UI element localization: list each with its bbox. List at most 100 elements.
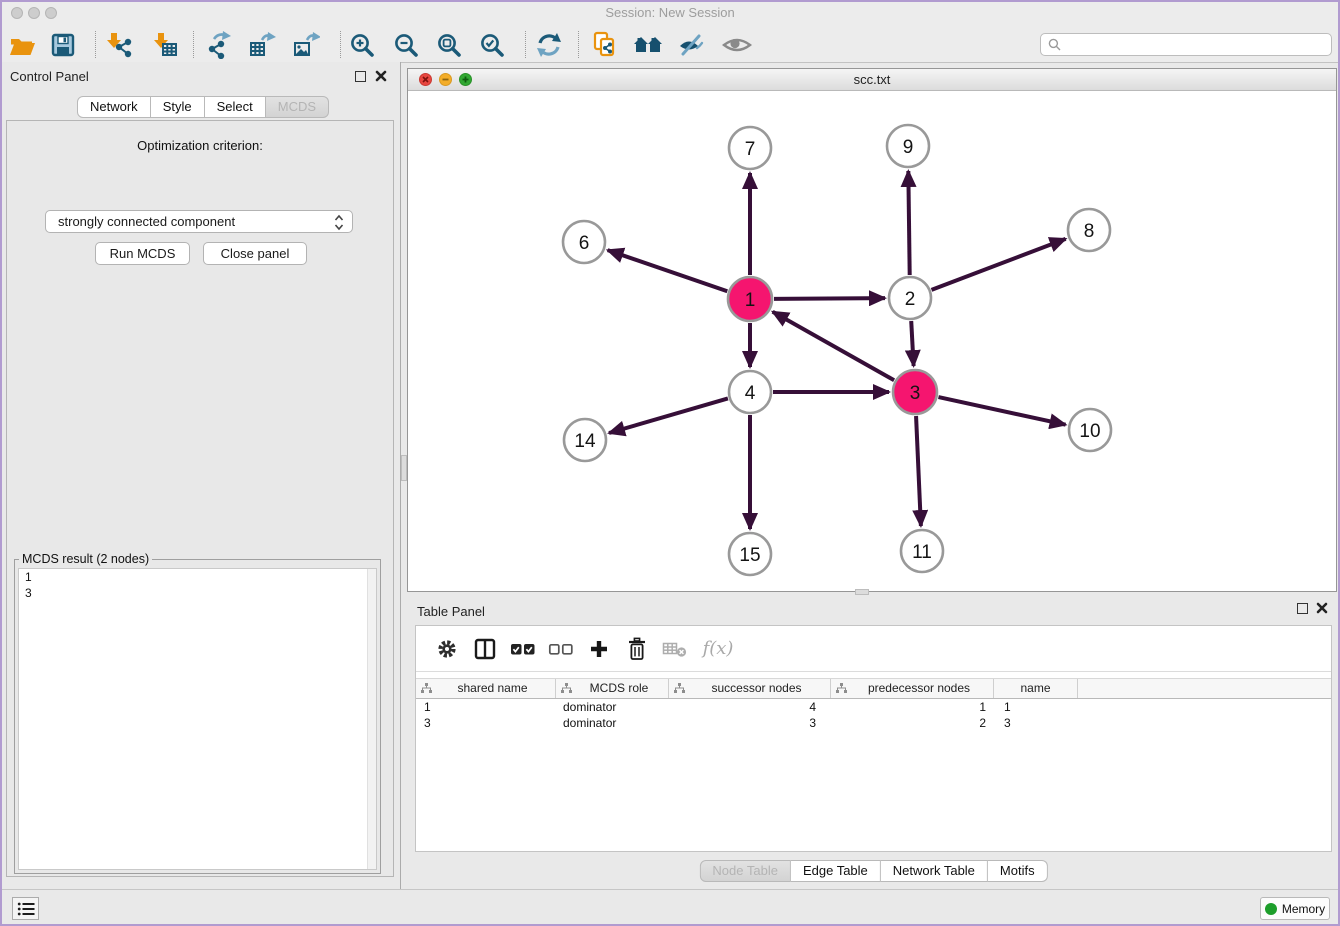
table-panel: Table Panel — [407, 597, 1340, 890]
columns-icon[interactable] — [466, 632, 504, 666]
graph-node-3[interactable]: 3 — [893, 370, 937, 414]
search-icon — [1048, 38, 1061, 51]
run-mcds-button[interactable]: Run MCDS — [95, 242, 190, 265]
cell-shared-name: 1 — [416, 699, 556, 715]
table-toolbar: f(x) — [416, 626, 1331, 672]
import-table-icon[interactable] — [149, 29, 181, 61]
network-graph[interactable]: 7 9 6 8 1 2 4 3 14 10 15 11 — [408, 90, 1336, 591]
graph-node-15[interactable]: 15 — [729, 533, 771, 575]
graph-node-10[interactable]: 10 — [1069, 409, 1111, 451]
svg-text:3: 3 — [910, 383, 921, 404]
tab-select[interactable]: Select — [205, 96, 266, 118]
graph-edge-3-10[interactable] — [938, 397, 1065, 425]
status-bar: Memory — [0, 889, 1340, 926]
function-builder-icon[interactable]: f(x) — [694, 632, 742, 666]
toolbar-separator — [95, 31, 96, 58]
graph-node-9[interactable]: 9 — [887, 125, 929, 167]
graph-node-14[interactable]: 14 — [564, 419, 606, 461]
deselect-all-icon[interactable] — [542, 632, 580, 666]
home-icon[interactable] — [632, 29, 664, 61]
graph-node-11[interactable]: 11 — [901, 530, 943, 572]
table-row[interactable]: 3 dominator 3 2 3 — [416, 715, 1331, 731]
hide-graphics-details-icon[interactable] — [675, 29, 707, 61]
zoom-selected-icon[interactable] — [476, 29, 508, 61]
save-session-icon[interactable] — [47, 29, 79, 61]
task-history-button[interactable] — [12, 897, 39, 920]
close-panel-icon[interactable] — [375, 70, 387, 82]
zoom-out-icon[interactable] — [390, 29, 422, 61]
import-network-icon[interactable] — [102, 29, 134, 61]
zoom-in-icon[interactable] — [346, 29, 378, 61]
graph-node-1[interactable]: 1 — [728, 277, 772, 321]
export-table-icon[interactable] — [246, 29, 278, 61]
search-input[interactable] — [1065, 35, 1331, 54]
export-image-icon[interactable] — [290, 29, 322, 61]
delete-table-icon[interactable] — [656, 632, 694, 666]
eye-icon[interactable] — [721, 29, 753, 61]
tab-style[interactable]: Style — [151, 96, 205, 118]
gear-icon[interactable] — [428, 632, 466, 666]
table-row[interactable]: 1 dominator 4 1 1 — [416, 699, 1331, 715]
close-panel-button[interactable]: Close panel — [203, 242, 307, 265]
tab-motifs[interactable]: Motifs — [988, 860, 1048, 882]
open-session-icon[interactable] — [6, 29, 38, 61]
tab-network-table[interactable]: Network Table — [881, 860, 988, 882]
graph-node-2[interactable]: 2 — [889, 277, 931, 319]
tab-mcds[interactable]: MCDS — [266, 96, 329, 118]
column-header-shared-name[interactable]: shared name — [416, 679, 556, 698]
delete-icon[interactable] — [618, 632, 656, 666]
splitter-grip-horizontal[interactable] — [855, 589, 869, 595]
close-panel-icon[interactable] — [1316, 602, 1328, 614]
cell-name: 1 — [994, 699, 1078, 715]
graph-edge-2-9[interactable] — [908, 171, 909, 275]
window-title: Session: New Session — [0, 5, 1340, 20]
column-header-successor-nodes[interactable]: successor nodes — [669, 679, 831, 698]
column-header-name[interactable]: name — [994, 679, 1078, 698]
result-line: 1 — [19, 569, 376, 585]
float-panel-icon[interactable] — [1297, 603, 1308, 614]
toolbar-separator — [578, 31, 579, 58]
graph-edge-4-14[interactable] — [609, 398, 728, 433]
mcds-result-list[interactable]: 1 3 — [18, 568, 377, 870]
network-window-title: scc.txt — [408, 72, 1336, 87]
control-panel-header: Control Panel — [0, 62, 400, 90]
criterion-select[interactable]: strongly connected component — [45, 210, 353, 233]
cell-mcds-role: dominator — [556, 715, 669, 731]
add-icon[interactable] — [580, 632, 618, 666]
table-panel-header: Table Panel — [407, 597, 1340, 625]
graph-node-8[interactable]: 8 — [1068, 209, 1110, 251]
graph-node-6[interactable]: 6 — [563, 221, 605, 263]
memory-button[interactable]: Memory — [1260, 897, 1330, 920]
tab-node-table[interactable]: Node Table — [699, 860, 791, 882]
toolbar-separator — [193, 31, 194, 58]
float-panel-icon[interactable] — [355, 71, 366, 82]
apply-layout-icon[interactable] — [533, 29, 565, 61]
network-window-titlebar: scc.txt — [408, 69, 1336, 91]
svg-text:2: 2 — [905, 289, 916, 310]
column-header-predecessor-nodes[interactable]: predecessor nodes — [831, 679, 994, 698]
select-all-icon[interactable] — [504, 632, 542, 666]
graph-edge-2-3[interactable] — [911, 321, 913, 366]
svg-text:6: 6 — [579, 233, 590, 254]
graph-edge-1-6[interactable] — [608, 250, 728, 291]
cell-name: 3 — [994, 715, 1078, 731]
splitter-grip-vertical[interactable] — [401, 455, 407, 481]
export-network-icon[interactable] — [202, 29, 234, 61]
clone-network-icon[interactable] — [589, 29, 621, 61]
tab-network[interactable]: Network — [77, 96, 151, 118]
graph-edge-3-11[interactable] — [916, 416, 921, 526]
zoom-fit-icon[interactable] — [433, 29, 465, 61]
scrollbar[interactable] — [367, 569, 376, 869]
cell-predecessor-nodes: 2 — [831, 715, 994, 731]
graph-edge-3-1[interactable] — [773, 312, 894, 380]
svg-text:4: 4 — [745, 383, 756, 404]
graph-node-4[interactable]: 4 — [729, 371, 771, 413]
graph-edge-1-2[interactable] — [774, 298, 885, 299]
svg-text:11: 11 — [912, 542, 932, 563]
tab-edge-table[interactable]: Edge Table — [791, 860, 881, 882]
mcds-panel: Optimization criterion: strongly connect… — [6, 120, 394, 877]
table-panel-tabs: Node Table Edge Table Network Table Moti… — [699, 860, 1047, 882]
graph-node-7[interactable]: 7 — [729, 127, 771, 169]
column-header-mcds-role[interactable]: MCDS role — [556, 679, 669, 698]
graph-edge-2-8[interactable] — [932, 239, 1066, 290]
